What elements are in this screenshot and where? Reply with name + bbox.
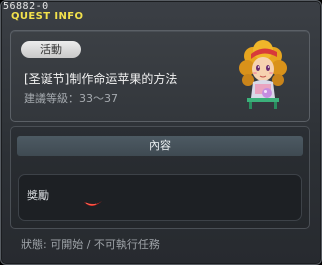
category-badge: 活動	[21, 41, 81, 58]
reward-box: 獎勵	[18, 174, 302, 221]
reward-label: 獎勵	[27, 189, 49, 202]
level-label: 建議等級：	[24, 92, 79, 105]
quest-status: 狀態: 可開始 / 不可執行任務	[21, 238, 160, 251]
quest-name: [圣诞节]制作命运苹果的方法	[24, 72, 178, 86]
red-item-icon[interactable]	[83, 199, 103, 209]
quest-info-window: 56882-0 QUEST INFO 活動 [圣诞节]制作命运苹果的方法 建議等…	[0, 0, 322, 265]
level-range: 33～37	[79, 92, 118, 105]
quest-info-panel: 活動 [圣诞节]制作命运苹果的方法 建議等級：33～37	[10, 30, 310, 122]
recommended-level: 建議等級：33～37	[24, 92, 118, 106]
window-title: QUEST INFO	[11, 11, 84, 22]
content-header: 內容	[17, 136, 303, 156]
content-panel: 內容 獎勵	[10, 126, 310, 229]
npc-portrait-icon[interactable]	[237, 38, 289, 110]
